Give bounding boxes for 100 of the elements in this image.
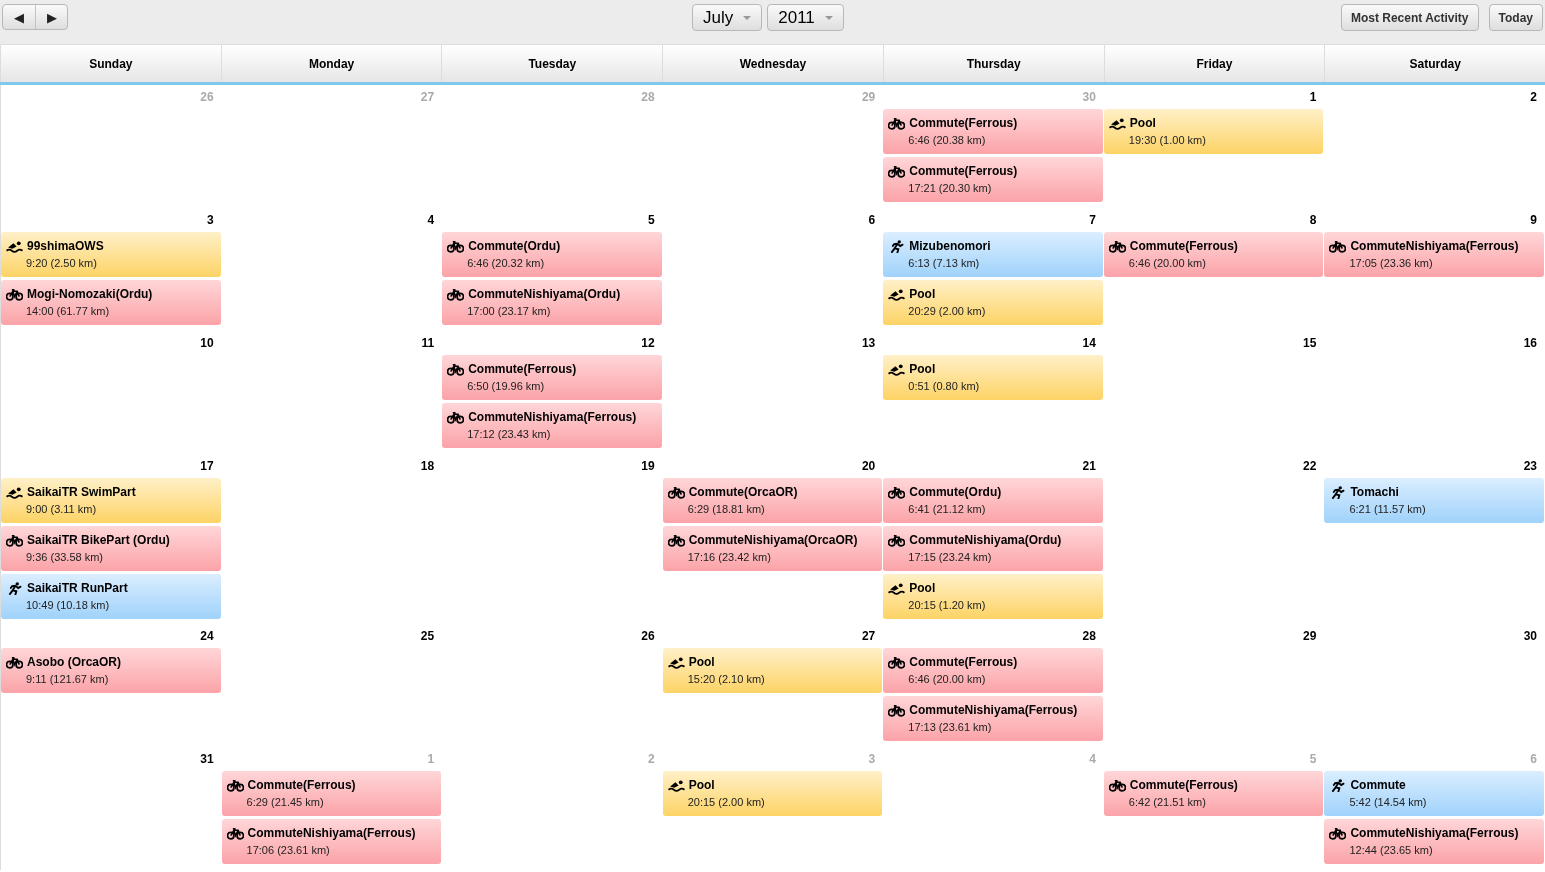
- event-title: Commute(Ferrous): [909, 164, 1018, 178]
- event-title: Commute(Ferrous): [247, 778, 356, 792]
- day-number: 26: [199, 89, 215, 106]
- activity-event[interactable]: SaikaiTR RunPart 10:49 (10.18 km): [1, 574, 221, 619]
- event-details: 6:46 (20.00 km): [1128, 257, 1207, 269]
- activity-event[interactable]: Pool 20:15 (2.00 km): [662, 771, 883, 816]
- activity-event[interactable]: 99shimaOWS 9:20 (2.50 km): [1, 232, 221, 277]
- swimmer-icon: [888, 362, 906, 376]
- event-details: 17:12 (23.43 km): [467, 428, 552, 440]
- activity-event[interactable]: CommuteNishiyama(Ordu) 17:15 (23.24 km): [883, 526, 1103, 571]
- activity-event[interactable]: Pool 20:15 (1.20 km): [883, 574, 1103, 619]
- activity-event[interactable]: CommuteNishiyama(Ferrous) 17:12 (23.43 km): [442, 403, 662, 448]
- activity-event[interactable]: CommuteNishiyama(Ordu) 17:00 (23.17 km): [442, 280, 662, 325]
- bicycle-icon: [6, 287, 23, 301]
- event-title: Commute(Ferrous): [1129, 239, 1238, 253]
- activity-event[interactable]: CommuteNishiyama(Ferrous) 17:13 (23.61 km): [883, 696, 1103, 741]
- event-details: 6:29 (21.45 km): [246, 796, 325, 808]
- event-details: 10:49 (10.18 km): [26, 599, 111, 611]
- previous-button[interactable]: ◀: [3, 5, 35, 29]
- weekday-header: Friday: [1103, 45, 1325, 82]
- event-details: 15:20 (2.10 km): [687, 673, 766, 685]
- activity-event[interactable]: Pool 0:51 (0.80 km): [883, 355, 1103, 400]
- bicycle-icon: [1329, 239, 1347, 253]
- activity-event[interactable]: Mizubenomori 6:13 (7.13 km): [883, 232, 1103, 277]
- day-number: 28: [640, 89, 656, 106]
- swimmer-icon: [667, 655, 685, 669]
- activity-event[interactable]: CommuteNishiyama(Ferrous) 12:44 (23.65 km): [1324, 819, 1544, 864]
- day-number: 12: [640, 335, 656, 352]
- runner-icon: [888, 239, 906, 253]
- event-details: 0:51 (0.80 km): [908, 380, 981, 392]
- activity-event[interactable]: CommuteNishiyama(Ferrous) 17:06 (23.61 km): [221, 819, 442, 864]
- activity-event[interactable]: Commute(Ferrous) 17:21 (20.30 km): [883, 157, 1103, 202]
- event-title: CommuteNishiyama(Ferrous): [1350, 826, 1519, 840]
- bicycle-icon: [226, 826, 244, 840]
- event-title: Pool: [909, 581, 936, 595]
- activity-event[interactable]: Commute(Ferrous) 6:46 (20.00 km): [1103, 232, 1324, 277]
- event-title: Pool: [688, 655, 715, 669]
- activity-event[interactable]: Pool 15:20 (2.10 km): [662, 648, 883, 693]
- activity-event[interactable]: Commute(Ordu) 6:46 (20.32 km): [442, 232, 662, 277]
- event-title: SaikaiTR RunPart: [27, 581, 128, 595]
- bicycle-icon: [447, 287, 465, 301]
- today-button[interactable]: Today: [1488, 4, 1543, 31]
- event-title: Commute(Ferrous): [909, 116, 1018, 130]
- day-number: 5: [1308, 751, 1318, 768]
- activity-event[interactable]: Commute(Ferrous) 6:50 (19.96 km): [442, 355, 662, 400]
- event-details: 6:13 (7.13 km): [908, 257, 981, 269]
- event-title: SaikaiTR BikePart (Ordu): [27, 533, 170, 547]
- year-dropdown[interactable]: 2011: [767, 4, 844, 31]
- next-button[interactable]: ▶: [35, 5, 67, 29]
- activity-event[interactable]: Commute 5:42 (14.54 km): [1324, 771, 1544, 816]
- event-details: 12:44 (23.65 km): [1349, 844, 1434, 856]
- activity-event[interactable]: SaikaiTR SwimPart 9:00 (3.11 km): [1, 478, 221, 523]
- activity-event[interactable]: Mogi-Nomozaki(Ordu) 14:00 (61.77 km): [1, 280, 221, 325]
- activity-event[interactable]: SaikaiTR BikePart (Ordu) 9:36 (33.58 km): [1, 526, 221, 571]
- event-details: 5:42 (14.54 km): [1349, 796, 1428, 808]
- activity-event[interactable]: Pool 20:29 (2.00 km): [883, 280, 1103, 325]
- activity-event[interactable]: Commute(Ferrous) 6:46 (20.38 km): [883, 109, 1103, 154]
- day-number: 17: [199, 458, 215, 475]
- event-title: CommuteNishiyama(Ordu): [909, 533, 1062, 547]
- activity-event[interactable]: Commute(OrcaOR) 6:29 (18.81 km): [662, 478, 883, 523]
- day-number: 14: [1081, 335, 1097, 352]
- day-number: 31: [199, 751, 215, 768]
- event-title: CommuteNishiyama(Ferrous): [909, 703, 1078, 717]
- event-title: Commute(Ferrous): [909, 655, 1018, 669]
- activity-event[interactable]: CommuteNishiyama(Ferrous) 17:05 (23.36 km): [1324, 232, 1544, 277]
- event-details: 6:46 (20.00 km): [908, 673, 987, 685]
- event-details: 6:42 (21.51 km): [1128, 796, 1207, 808]
- day-number: 27: [860, 628, 877, 645]
- day-number: 11: [420, 335, 436, 352]
- bicycle-icon: [447, 362, 465, 376]
- event-details: 17:05 (23.36 km): [1349, 257, 1434, 269]
- event-details: 6:50 (19.96 km): [467, 380, 546, 392]
- bicycle-icon: [888, 655, 906, 669]
- activity-event[interactable]: Commute(Ferrous) 6:46 (20.00 km): [883, 648, 1103, 693]
- bicycle-icon: [888, 164, 906, 178]
- event-title: CommuteNishiyama(Ferrous): [247, 826, 416, 840]
- activity-event[interactable]: Commute(Ordu) 6:41 (21.12 km): [883, 478, 1103, 523]
- weekday-header: Sunday: [0, 45, 221, 82]
- day-number: 30: [1081, 89, 1097, 106]
- day-number: 4: [426, 212, 436, 229]
- runner-icon: [1329, 778, 1347, 792]
- activity-event[interactable]: CommuteNishiyama(OrcaOR) 17:16 (23.42 km): [662, 526, 883, 571]
- activity-event[interactable]: Commute(Ferrous) 6:42 (21.51 km): [1103, 771, 1324, 816]
- swimmer-icon: [1108, 116, 1126, 130]
- event-details: 20:29 (2.00 km): [908, 305, 987, 317]
- weekday-header: Wednesday: [662, 45, 883, 82]
- event-title: CommuteNishiyama(Ferrous): [468, 410, 637, 424]
- event-title: Commute(Ferrous): [468, 362, 577, 376]
- month-dropdown[interactable]: July: [692, 4, 763, 31]
- activity-event[interactable]: Commute(Ferrous) 6:29 (21.45 km): [221, 771, 442, 816]
- event-title: Commute(OrcaOR): [688, 485, 798, 499]
- activity-event[interactable]: Tomachi 6:21 (11.57 km): [1324, 478, 1544, 523]
- bicycle-icon: [447, 410, 465, 424]
- activity-event[interactable]: Asobo (OrcaOR) 9:11 (121.67 km): [1, 648, 221, 693]
- event-details: 9:36 (33.58 km): [26, 551, 105, 563]
- event-details: 17:06 (23.61 km): [246, 844, 331, 856]
- day-number: 3: [867, 751, 877, 768]
- most-recent-activity-button[interactable]: Most Recent Activity: [1340, 4, 1479, 31]
- activity-event[interactable]: Pool 19:30 (1.00 km): [1103, 109, 1324, 154]
- weekday-header: Saturday: [1324, 45, 1545, 82]
